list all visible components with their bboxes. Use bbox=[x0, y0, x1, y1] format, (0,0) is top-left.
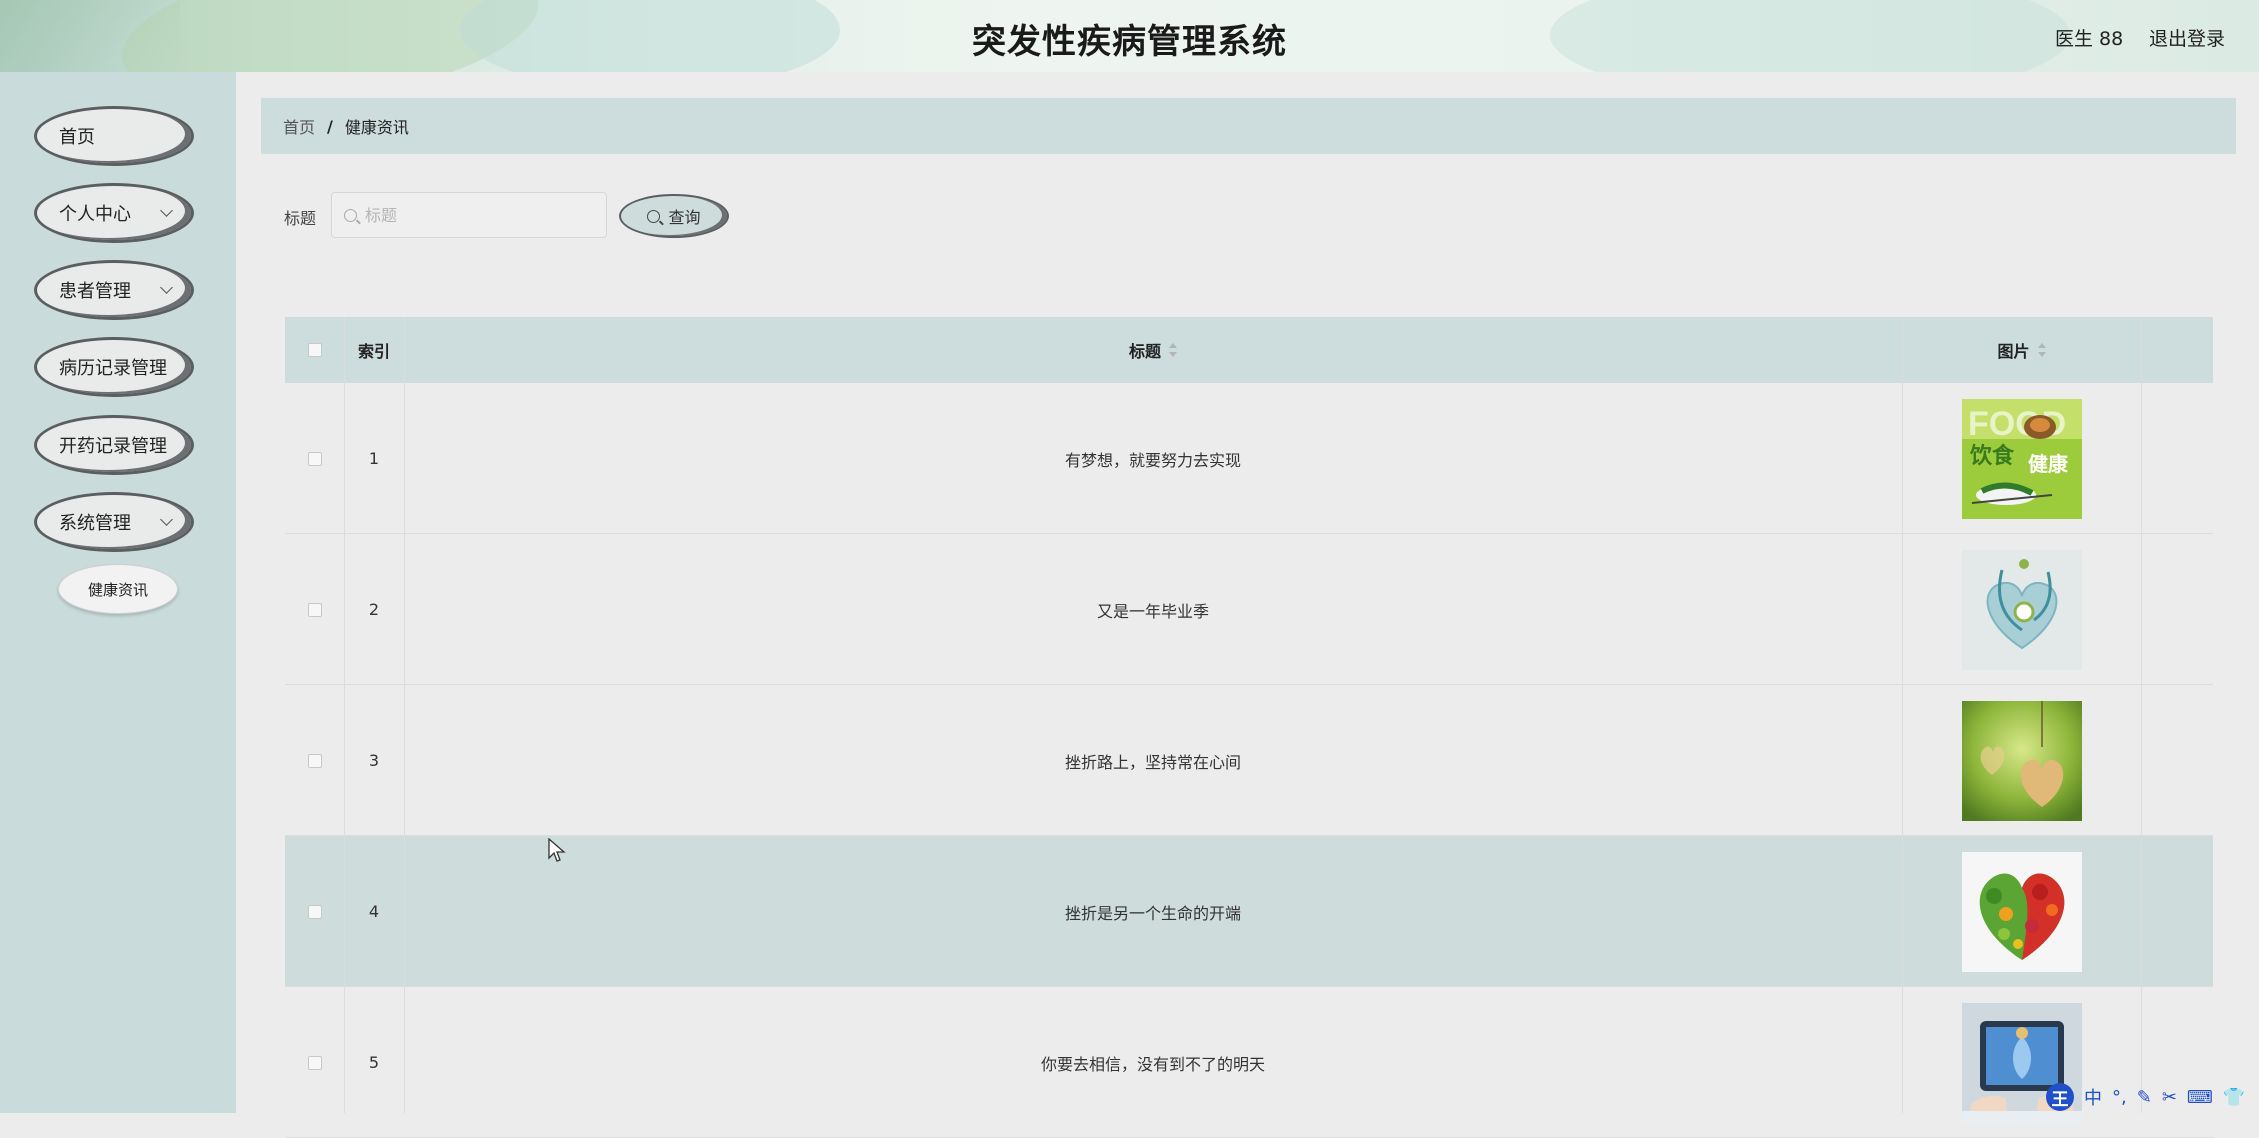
column-divider bbox=[404, 317, 405, 1113]
sidebar-subitem-health-news[interactable]: 健康资讯 bbox=[58, 564, 178, 614]
sidebar-item-medical-records[interactable]: 病历记录管理 bbox=[34, 337, 194, 397]
sidebar-item-label: 病历记录管理 bbox=[59, 358, 167, 379]
row-image-cell bbox=[1902, 836, 2141, 987]
select-all-checkbox[interactable] bbox=[307, 343, 322, 357]
sidebar-item-system-management[interactable]: 系统管理 bbox=[34, 492, 194, 552]
column-header-title-label: 标题 bbox=[1128, 342, 1161, 361]
column-header-index: 索引 bbox=[357, 342, 390, 361]
hanging-wooden-heart-image bbox=[1961, 700, 2082, 821]
chevron-down-icon bbox=[160, 204, 173, 217]
query-button-label: 查询 bbox=[668, 208, 701, 227]
food-health-book-cover-image: FOOD 饮食 健康 bbox=[1961, 398, 2082, 519]
row-checkbox[interactable] bbox=[307, 1055, 322, 1070]
sidebar-item-label: 开药记录管理 bbox=[59, 436, 167, 457]
row-title: 你要去相信，没有到不了的明天 bbox=[1040, 1054, 1265, 1074]
breadcrumb: 首页 / 健康资讯 bbox=[261, 98, 2236, 154]
sidebar-item-label: 患者管理 bbox=[59, 281, 131, 302]
row-checkbox[interactable] bbox=[307, 602, 322, 617]
keyboard-icon[interactable]: ⌨ bbox=[2187, 1087, 2213, 1108]
current-user: 医生 88 bbox=[2055, 28, 2124, 50]
row-title: 挫折路上，坚持常在心间 bbox=[1064, 752, 1241, 772]
row-title: 有梦想，就要努力去实现 bbox=[1064, 450, 1241, 470]
sidebar-item-patient-management[interactable]: 患者管理 bbox=[34, 260, 194, 320]
table-row: 2 又是一年毕业季 详情 bbox=[285, 534, 2213, 685]
ime-mode-toggle[interactable]: 中 bbox=[2084, 1084, 2102, 1110]
sidebar: 首页 个人中心 患者管理 病历记录管理 开药记录管理 系统管理 健康资讯 bbox=[0, 72, 236, 1113]
sidebar-item-label: 系统管理 bbox=[59, 513, 131, 534]
query-button[interactable]: 查询 bbox=[619, 194, 729, 238]
sort-icon[interactable] bbox=[1169, 343, 1177, 357]
scissors-icon[interactable]: ✂ bbox=[2162, 1087, 2177, 1108]
row-checkbox[interactable] bbox=[307, 904, 322, 919]
punctuation-icon[interactable]: °, bbox=[2112, 1087, 2127, 1108]
row-index: 3 bbox=[368, 751, 380, 770]
row-select-cell bbox=[285, 685, 344, 836]
breadcrumb-home[interactable]: 首页 bbox=[283, 114, 315, 138]
row-image-cell bbox=[1902, 685, 2141, 836]
ime-logo-icon[interactable]: 王 bbox=[2046, 1083, 2074, 1111]
row-checkbox[interactable] bbox=[307, 451, 322, 466]
row-select-cell bbox=[285, 836, 344, 987]
column-divider bbox=[2141, 317, 2142, 1113]
sort-icon[interactable] bbox=[2037, 343, 2046, 357]
app-title: 突发性疾病管理系统 bbox=[972, 22, 1287, 62]
sidebar-item-label: 个人中心 bbox=[59, 204, 131, 225]
row-title: 又是一年毕业季 bbox=[1096, 601, 1209, 621]
table-row: 1 有梦想，就要努力去实现 FOOD 饮食 健康 详情 bbox=[285, 383, 2213, 534]
row-index: 5 bbox=[368, 1053, 380, 1072]
column-header-image[interactable]: 图片 bbox=[1902, 317, 2141, 383]
chevron-down-icon bbox=[160, 513, 173, 526]
shirt-icon[interactable]: 👕 bbox=[2223, 1087, 2245, 1108]
column-header-image-label: 图片 bbox=[1997, 342, 2030, 361]
column-divider bbox=[1902, 317, 1903, 1113]
search-input[interactable] bbox=[363, 204, 597, 226]
mouse-cursor-icon bbox=[548, 838, 566, 862]
sidebar-item-label: 首页 bbox=[59, 127, 95, 148]
table-row: 4 挫折是另一个生命的开端 详情 bbox=[285, 836, 2213, 987]
row-select-cell bbox=[285, 534, 344, 685]
breadcrumb-current: 健康资讯 bbox=[344, 118, 409, 137]
search-icon bbox=[647, 209, 661, 223]
row-actions: 详情 bbox=[2141, 836, 2259, 987]
logout-link[interactable]: 退出登录 bbox=[2149, 24, 2225, 51]
sidebar-item-prescription-records[interactable]: 开药记录管理 bbox=[34, 415, 194, 475]
search-label: 标题 bbox=[284, 209, 317, 228]
search-input-wrapper bbox=[331, 192, 607, 238]
column-header-title[interactable]: 标题 bbox=[404, 317, 1902, 383]
thumb-text: 健康 bbox=[2028, 452, 2069, 476]
heart-stethoscope-image bbox=[1961, 549, 2082, 670]
sidebar-item-personal-center[interactable]: 个人中心 bbox=[34, 183, 194, 243]
table-row: 3 挫折路上，坚持常在心间 详情 bbox=[285, 685, 2213, 836]
pen-icon[interactable]: ✎ bbox=[2137, 1087, 2152, 1108]
row-checkbox[interactable] bbox=[307, 753, 322, 768]
table-row: 5 你要去相信，没有到不了的明天 详情 bbox=[285, 987, 2213, 1138]
vegetable-fruit-heart-image bbox=[1961, 851, 2082, 972]
row-actions: 详情 bbox=[2141, 534, 2259, 685]
row-image-cell: FOOD 饮食 健康 bbox=[1902, 383, 2141, 534]
row-index: 2 bbox=[368, 600, 380, 619]
row-image-cell bbox=[1902, 987, 2141, 1138]
row-index: 4 bbox=[368, 902, 380, 921]
chevron-down-icon bbox=[160, 281, 173, 294]
column-divider bbox=[344, 317, 345, 1113]
thumb-text: 饮食 bbox=[1969, 443, 2015, 469]
app-header: 突发性疾病管理系统 医生 88 退出登录 bbox=[0, 0, 2259, 72]
select-all-cell bbox=[285, 317, 344, 383]
breadcrumb-separator: / bbox=[327, 116, 333, 136]
row-image-cell bbox=[1902, 534, 2141, 685]
search-icon bbox=[344, 208, 357, 222]
row-select-cell bbox=[285, 383, 344, 534]
row-actions: 详情 bbox=[2141, 987, 2259, 1138]
sidebar-item-home[interactable]: 首页 bbox=[34, 106, 194, 166]
column-header-actions: 操作 bbox=[2141, 317, 2259, 383]
ime-toolbar: 王 中 °, ✎ ✂ ⌨ 👕 bbox=[2046, 1081, 2259, 1113]
row-actions: 详情 bbox=[2141, 383, 2259, 534]
row-index: 1 bbox=[368, 449, 380, 468]
table-header: 索引 标题 图片 操作 bbox=[285, 317, 2213, 383]
row-select-cell bbox=[285, 987, 344, 1138]
row-actions: 详情 bbox=[2141, 685, 2259, 836]
row-title: 挫折是另一个生命的开端 bbox=[1064, 903, 1241, 923]
